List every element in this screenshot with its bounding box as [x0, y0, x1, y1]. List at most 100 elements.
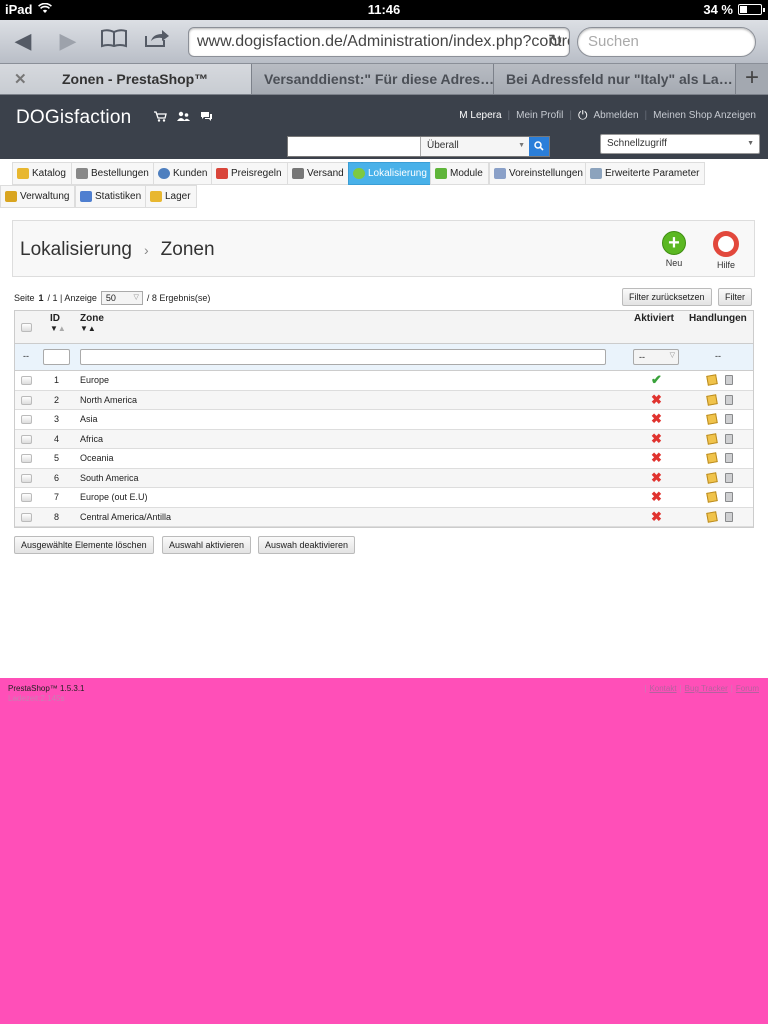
- select-all-checkbox[interactable]: [21, 323, 32, 332]
- shop-logo[interactable]: DOGisfaction: [16, 107, 131, 129]
- row-checkbox[interactable]: [21, 395, 32, 405]
- cross-icon[interactable]: ✖: [651, 392, 662, 408]
- bookmarks-button[interactable]: [99, 28, 129, 54]
- filter-button[interactable]: Filter: [718, 288, 752, 306]
- row-checkbox[interactable]: [21, 376, 32, 385]
- help-button[interactable]: Hilfe: [708, 231, 744, 270]
- delete-selected-button[interactable]: Ausgewählte Elemente löschen: [14, 536, 154, 554]
- reload-icon[interactable]: ↻: [548, 31, 563, 52]
- delete-icon[interactable]: [725, 472, 733, 485]
- menu-item-voreinstellungen[interactable]: Voreinstellungen: [489, 162, 589, 185]
- delete-icon[interactable]: [725, 511, 733, 524]
- edit-icon[interactable]: [706, 374, 718, 387]
- share-button[interactable]: [142, 28, 172, 54]
- delete-icon[interactable]: [725, 492, 733, 504]
- cross-icon[interactable]: ✖: [651, 450, 662, 466]
- cross-icon[interactable]: ✖: [651, 509, 662, 525]
- sort-arrows-icon[interactable]: ▼▲: [50, 324, 66, 333]
- menu-item-katalog[interactable]: Katalog: [12, 162, 72, 185]
- row-checkbox[interactable]: [21, 473, 32, 483]
- id-filter-input[interactable]: [43, 349, 70, 365]
- table-row[interactable]: 4 Africa ✖: [15, 429, 753, 449]
- view-shop-link[interactable]: Meinen Shop Anzeigen: [653, 110, 756, 121]
- contact-link[interactable]: Kontakt: [649, 684, 676, 693]
- search-scope-value: Überall: [427, 140, 459, 151]
- customers-icon[interactable]: [177, 111, 190, 125]
- breadcrumb-parent[interactable]: Lokalisierung: [20, 239, 132, 261]
- forward-button[interactable]: ▶: [53, 28, 83, 54]
- delete-icon[interactable]: [725, 414, 733, 426]
- my-profile-link[interactable]: Mein Profil: [516, 110, 563, 121]
- table-row[interactable]: 6 South America ✖: [15, 468, 753, 488]
- reset-filter-button[interactable]: Filter zurücksetzen: [622, 288, 712, 306]
- quick-access-select[interactable]: Schnellzugriff ▼: [600, 134, 760, 154]
- back-button[interactable]: ◀: [8, 28, 38, 54]
- delete-icon[interactable]: [725, 394, 733, 407]
- menu-item-lager[interactable]: Lager: [145, 185, 197, 208]
- forum-link[interactable]: Forum: [736, 684, 759, 693]
- check-icon[interactable]: ✔: [651, 372, 662, 388]
- menu-item-versand[interactable]: Versand: [287, 162, 350, 185]
- bug-tracker-link[interactable]: Bug Tracker: [685, 684, 728, 693]
- puzzle-icon: [435, 168, 447, 179]
- row-checkbox[interactable]: [21, 512, 32, 522]
- menu-item-module[interactable]: Module: [430, 162, 489, 185]
- row-checkbox[interactable]: [21, 434, 32, 444]
- new-tab-button[interactable]: +: [736, 64, 768, 94]
- zone-name: Central America/Antilla: [80, 511, 172, 522]
- cross-icon[interactable]: ✖: [651, 489, 662, 505]
- tab-zonen[interactable]: ✕ Zonen - PrestaShop™: [0, 64, 252, 94]
- search-field[interactable]: Suchen: [577, 27, 756, 57]
- menu-item-verwaltung[interactable]: Verwaltung: [0, 185, 76, 208]
- new-zone-button[interactable]: + Neu: [656, 231, 692, 268]
- disable-selection-button[interactable]: Auswah deaktivieren: [258, 536, 356, 554]
- delete-icon[interactable]: [725, 453, 733, 465]
- edit-icon[interactable]: [706, 452, 718, 465]
- cross-icon[interactable]: ✖: [651, 411, 662, 427]
- edit-icon[interactable]: [706, 491, 718, 504]
- search-submit-button[interactable]: [529, 137, 549, 156]
- tab-versanddienst[interactable]: Versanddienst:" Für diese Adres…: [252, 64, 494, 94]
- row-checkbox[interactable]: [21, 454, 32, 463]
- close-tab-icon[interactable]: ✕: [14, 70, 27, 88]
- breadcrumb-separator: ›: [143, 242, 149, 258]
- admin-header: DOGisfaction M Lepera | Mein Profil | ⏻ …: [0, 95, 768, 159]
- menu-item-statistiken[interactable]: Statistiken: [75, 185, 148, 208]
- per-page-select[interactable]: 50 ▽: [100, 291, 143, 305]
- table-row[interactable]: 3 Asia ✖: [15, 410, 753, 430]
- menu-item-erweiterte-parameter[interactable]: Erweiterte Parameter: [585, 162, 706, 185]
- edit-icon[interactable]: [706, 471, 718, 485]
- edit-icon[interactable]: [706, 432, 718, 446]
- edit-icon[interactable]: [706, 413, 718, 426]
- menu-item-preisregeln[interactable]: Preisregeln: [211, 162, 288, 185]
- cross-icon[interactable]: ✖: [651, 431, 662, 447]
- menu-item-kunden[interactable]: Kunden: [153, 162, 214, 185]
- cross-icon[interactable]: ✖: [651, 470, 662, 486]
- table-row[interactable]: 8 Central America/Antilla ✖: [15, 507, 753, 527]
- enable-selection-button[interactable]: Auswahl aktivieren: [162, 536, 252, 554]
- zone-filter-input[interactable]: [80, 349, 606, 365]
- search-scope-select[interactable]: Überall ▼: [421, 137, 529, 156]
- sort-arrows-icon[interactable]: ▼▲: [80, 324, 104, 333]
- menu-item-lokalisierung[interactable]: Lokalisierung: [348, 162, 433, 185]
- edit-icon[interactable]: [706, 510, 718, 524]
- url-field[interactable]: www.dogisfaction.de/Administration/index…: [188, 27, 570, 57]
- table-row[interactable]: 1 Europe ✔: [15, 371, 753, 391]
- menu-item-bestellungen[interactable]: Bestellungen: [71, 162, 155, 185]
- zones-table: ID ▼▲ Zone ▼▲ Aktiviert Handlungen -- --…: [14, 310, 754, 528]
- tab-adressfeld[interactable]: Bei Adressfeld nur "Italy" als La…: [494, 64, 736, 94]
- edit-icon[interactable]: [706, 393, 718, 407]
- logout-link[interactable]: Abmelden: [594, 110, 639, 121]
- delete-icon[interactable]: [725, 375, 733, 387]
- admin-search-input[interactable]: [288, 137, 421, 156]
- messages-icon[interactable]: [200, 111, 213, 125]
- table-row[interactable]: 7 Europe (out E.U) ✖: [15, 488, 753, 508]
- row-checkbox[interactable]: [21, 415, 32, 424]
- table-row[interactable]: 5 Oceania ✖: [15, 449, 753, 469]
- tab-label: Zonen - PrestaShop™: [62, 71, 209, 87]
- table-row[interactable]: 2 North America ✖: [15, 390, 753, 410]
- active-filter-select[interactable]: -- ▽: [633, 349, 679, 365]
- delete-icon[interactable]: [725, 433, 733, 446]
- cart-icon[interactable]: [154, 111, 167, 125]
- row-checkbox[interactable]: [21, 493, 32, 502]
